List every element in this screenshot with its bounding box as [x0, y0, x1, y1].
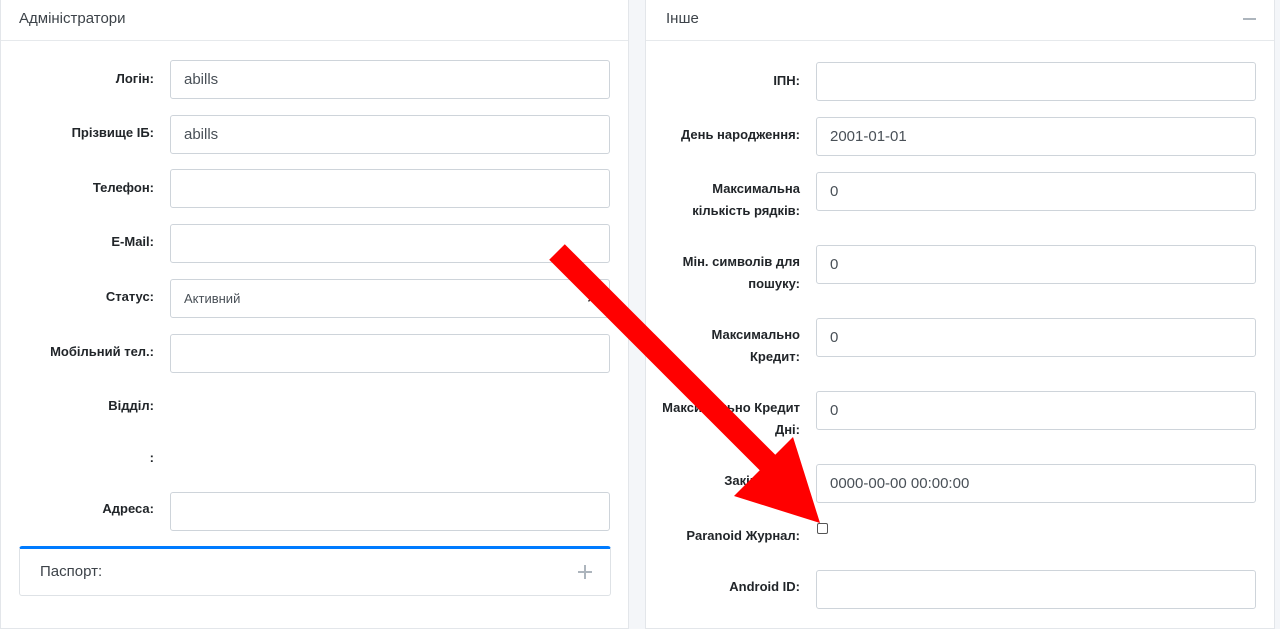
- email-label: E-Mail:: [111, 234, 154, 249]
- max-rows-input[interactable]: 0: [816, 172, 1256, 211]
- max-credit-days-label: Максимально Кредит Дні:: [662, 400, 800, 437]
- mobile-input[interactable]: [170, 334, 610, 373]
- status-select[interactable]: Активний ×: [170, 279, 610, 318]
- mobile-label: Мобільний тел.:: [50, 344, 154, 359]
- min-search-label: Мін. символів для пошуку:: [682, 254, 800, 291]
- phone-label: Телефон:: [92, 180, 154, 195]
- expire-label: Закінчення:: [724, 473, 800, 488]
- android-id-input[interactable]: [816, 570, 1256, 609]
- min-search-input[interactable]: 0: [816, 245, 1256, 284]
- max-credit-days-input[interactable]: 0: [816, 391, 1256, 430]
- paranoid-checkbox[interactable]: [817, 523, 828, 534]
- birthday-label: День народження:: [680, 127, 800, 142]
- max-rows-label: Максимальна кількість рядків:: [692, 181, 800, 218]
- minus-icon[interactable]: [1243, 18, 1256, 20]
- fio-input[interactable]: abills: [170, 115, 610, 154]
- login-label: Логін:: [115, 71, 154, 86]
- fio-label: Прізвище ІБ:: [71, 125, 154, 140]
- status-clear-icon[interactable]: ×: [587, 280, 595, 317]
- max-credit-input[interactable]: 0: [816, 318, 1256, 357]
- admins-card-header: Адміністратори: [1, 0, 628, 41]
- birthday-input[interactable]: 2001-01-01: [816, 117, 1256, 156]
- address-input[interactable]: [170, 492, 610, 531]
- inn-label: ІПН:: [773, 73, 800, 88]
- phone-input[interactable]: [170, 169, 610, 208]
- admins-card-title: Адміністратори: [19, 10, 126, 27]
- expire-input[interactable]: 0000-00-00 00:00:00: [816, 464, 1256, 503]
- blank-label: :: [149, 450, 154, 465]
- max-credit-label: Максимально Кредит:: [711, 327, 801, 364]
- other-card: Інше ІПН: День народження: 2001-01-01 Ма…: [645, 0, 1275, 629]
- address-label: Адреса:: [102, 501, 154, 516]
- android-id-label: Android ID:: [729, 579, 800, 594]
- paranoid-label: Paranoid Журнал:: [686, 528, 800, 543]
- inn-input[interactable]: [816, 62, 1256, 101]
- other-card-title: Інше: [666, 10, 699, 27]
- passport-card[interactable]: Паспорт:: [19, 546, 611, 596]
- email-input[interactable]: [170, 224, 610, 263]
- passport-title: Паспорт:: [40, 563, 103, 580]
- login-input[interactable]: abills: [170, 60, 610, 99]
- department-label: Відділ:: [108, 398, 154, 413]
- status-selected-value: Активний: [184, 291, 241, 306]
- other-card-header: Інше: [646, 0, 1274, 41]
- status-label: Статус:: [105, 289, 154, 304]
- plus-icon[interactable]: [578, 565, 592, 579]
- admins-card: Адміністратори Логін: abills Прізвище ІБ…: [0, 0, 629, 629]
